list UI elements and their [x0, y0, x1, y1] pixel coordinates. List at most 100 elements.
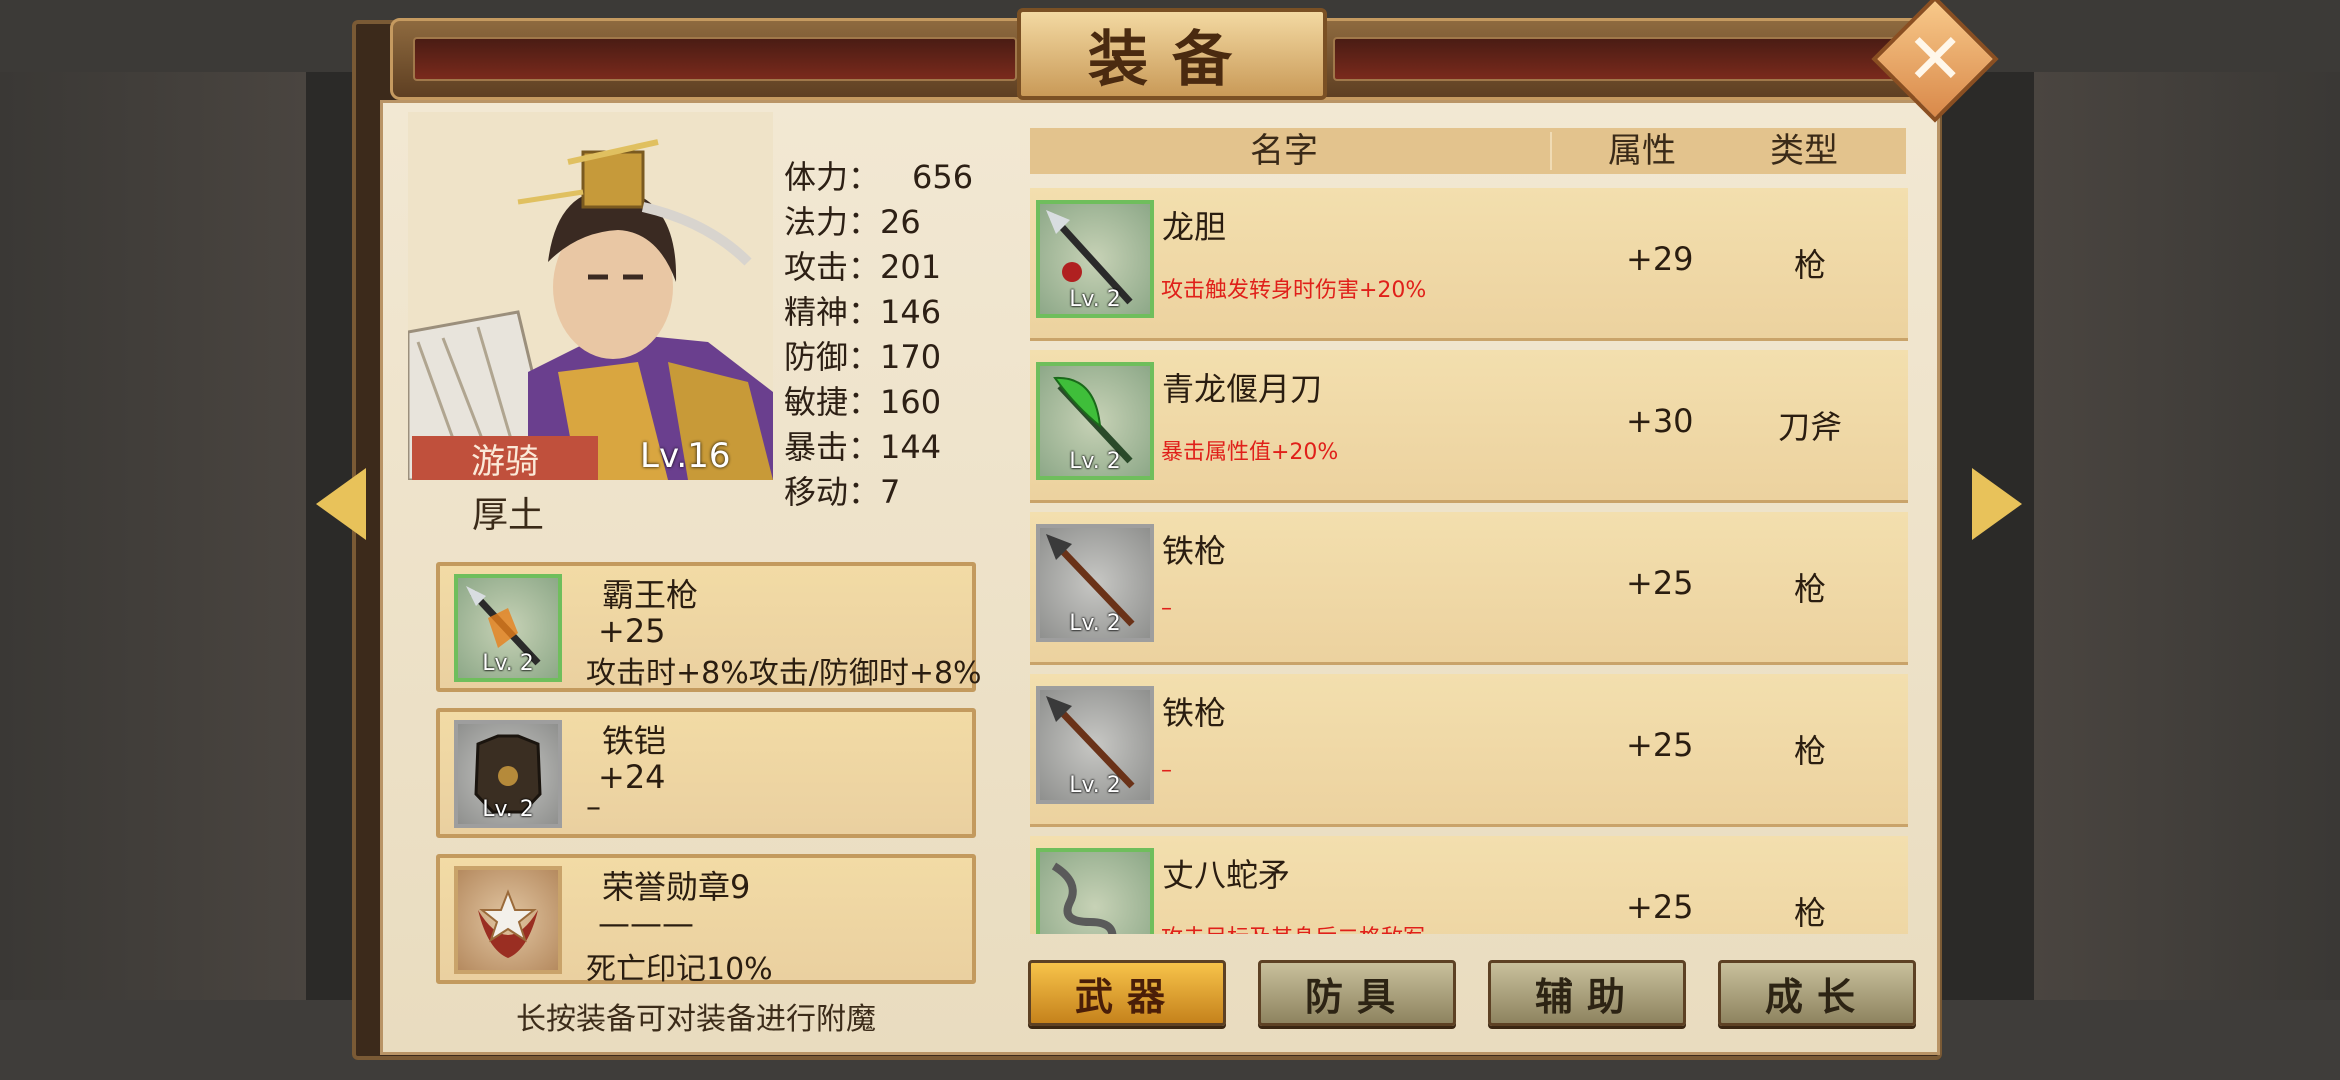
- item-attr: +25: [1626, 726, 1694, 764]
- hero-terrain: 厚土: [472, 495, 545, 536]
- item-name: 铁枪: [1162, 532, 1227, 570]
- equipped-weapon-slot[interactable]: Lv. 2 霸王枪 +25 攻击时+8%攻击/防御时+8%: [436, 562, 982, 692]
- background-right: [2034, 0, 2340, 1080]
- stat-agility: 敏捷：160: [784, 377, 1004, 423]
- serpent-spear-icon: [1036, 848, 1154, 934]
- item-level: Lv. 2: [1069, 773, 1121, 798]
- equipped-item-bonus: +25: [598, 612, 666, 650]
- spear-icon: Lv. 2: [454, 574, 562, 682]
- stat-label: 防御：: [784, 338, 881, 376]
- header-attr: 属性: [1608, 131, 1676, 171]
- stat-critical: 暴击：144: [784, 422, 1004, 468]
- item-list-header: 名字 属性 类型: [1030, 128, 1906, 174]
- list-item[interactable]: Lv. 2 铁枪 – +25 枪: [1030, 512, 1908, 665]
- close-icon: ✕: [1905, 18, 1965, 100]
- tab-label: 成长: [1764, 973, 1869, 1019]
- stat-value: 170: [880, 338, 942, 376]
- next-hero-arrow-icon[interactable]: [1972, 468, 2022, 540]
- item-level: Lv. 2: [1069, 611, 1121, 636]
- stat-label: 法力：: [784, 203, 881, 241]
- item-effect: 攻击目标及其身后二格敌军: [1161, 920, 1425, 934]
- hero-portrait: [408, 112, 773, 480]
- stat-attack: 攻击：201: [784, 242, 1004, 288]
- equipped-item-name: 荣誉勋章9: [602, 868, 751, 906]
- medal-icon: [454, 866, 562, 974]
- item-type: 枪: [1793, 570, 1827, 608]
- title-bar-groove-left: [413, 37, 1017, 81]
- list-item[interactable]: Lv. 2 铁枪 – +25 枪: [1030, 674, 1908, 827]
- title-bar-groove-right: [1333, 37, 1897, 81]
- stat-value: 160: [880, 383, 942, 421]
- item-effect: 暴击属性值+20%: [1161, 440, 1339, 465]
- stat-label: 精神：: [784, 293, 881, 331]
- tab-accessory[interactable]: 辅助: [1488, 960, 1686, 1026]
- stat-move: 移动：7: [784, 467, 1004, 513]
- hero-class: 游骑: [471, 441, 539, 482]
- stat-label: 敏捷：: [784, 383, 881, 421]
- stat-label: 暴击：: [784, 428, 881, 466]
- stat-label: 体力：: [784, 158, 881, 196]
- equipped-item-bonus: ———: [598, 904, 694, 942]
- header-name: 名字: [1250, 131, 1318, 171]
- item-list[interactable]: Lv. 2 龙胆 攻击触发转身时伤害+20% +29 枪 Lv. 2 青龙偃月刀…: [1030, 182, 1910, 934]
- equipped-item-effect: –: [586, 790, 601, 825]
- page-title: 装备: [1088, 24, 1256, 95]
- item-level: Lv. 2: [1069, 449, 1121, 474]
- spear-icon: Lv. 2: [1036, 200, 1154, 318]
- stat-value: 656: [912, 158, 974, 196]
- equipped-item-name: 霸王枪: [602, 576, 699, 614]
- background-left: [0, 0, 306, 1080]
- item-level: Lv. 2: [482, 797, 534, 822]
- item-type: 枪: [1793, 894, 1827, 932]
- tab-label: 武器: [1074, 973, 1179, 1019]
- list-item[interactable]: Lv. 2 青龙偃月刀 暴击属性值+20% +30 刀斧: [1030, 350, 1908, 503]
- equipped-item-effect: 死亡印记10%: [586, 952, 773, 987]
- stat-hp: 体力： 656: [784, 152, 1004, 198]
- stat-value: 146: [880, 293, 942, 331]
- item-attr: +29: [1626, 240, 1694, 278]
- item-effect: 攻击触发转身时伤害+20%: [1161, 278, 1427, 303]
- tab-growth[interactable]: 成长: [1718, 960, 1916, 1026]
- stat-spirit: 精神：146: [784, 287, 1004, 333]
- list-item[interactable]: Lv. 2 龙胆 攻击触发转身时伤害+20% +29 枪: [1030, 188, 1908, 341]
- item-level: Lv. 2: [1069, 287, 1121, 312]
- item-name: 铁枪: [1162, 694, 1227, 732]
- stat-defense: 防御：170: [784, 332, 1004, 378]
- spear-icon: Lv. 2: [1036, 524, 1154, 642]
- armor-icon: Lv. 2: [454, 720, 562, 828]
- stat-value: 201: [880, 248, 942, 286]
- hero-level: Lv.16: [640, 436, 731, 476]
- item-name: 龙胆: [1162, 208, 1227, 246]
- item-type: 枪: [1793, 732, 1827, 770]
- list-item[interactable]: 丈八蛇矛 攻击目标及其身后二格敌军 +25 枪: [1030, 836, 1908, 934]
- item-attr: +25: [1626, 564, 1694, 602]
- glaive-icon: Lv. 2: [1036, 362, 1154, 480]
- item-effect: –: [1161, 596, 1172, 621]
- stat-value: 26: [880, 203, 921, 241]
- stat-label: 移动：: [784, 473, 881, 511]
- header-divider: [1550, 132, 1552, 170]
- spear-icon: Lv. 2: [1036, 686, 1154, 804]
- tab-label: 防具: [1304, 973, 1409, 1019]
- item-attr: +25: [1626, 888, 1694, 926]
- stat-value: 144: [880, 428, 942, 466]
- equipped-item-name: 铁铠: [602, 722, 667, 760]
- item-type: 刀斧: [1777, 408, 1843, 446]
- enchant-hint: 长按装备可对装备进行附魔: [516, 1002, 876, 1037]
- equipped-armor-slot[interactable]: Lv. 2 铁铠 +24 –: [436, 708, 976, 838]
- tab-weapon[interactable]: 武器: [1028, 960, 1226, 1026]
- stat-label: 攻击：: [784, 248, 881, 286]
- tab-armor[interactable]: 防具: [1258, 960, 1456, 1026]
- previous-hero-arrow-icon[interactable]: [316, 468, 366, 540]
- item-type: 枪: [1793, 246, 1827, 284]
- equipped-item-effect: 攻击时+8%攻击/防御时+8%: [586, 656, 982, 691]
- item-attr: +30: [1626, 402, 1694, 440]
- item-level: Lv. 2: [482, 651, 534, 676]
- item-effect: –: [1161, 758, 1172, 783]
- item-name: 青龙偃月刀: [1162, 370, 1323, 408]
- stat-mp: 法力：26: [784, 197, 1004, 243]
- equipped-accessory-slot[interactable]: 荣誉勋章9 ——— 死亡印记10%: [436, 854, 976, 987]
- stat-value: 7: [880, 473, 901, 511]
- title-plaque: 装备: [1017, 8, 1327, 100]
- hero-class-badge: 游骑: [412, 436, 598, 482]
